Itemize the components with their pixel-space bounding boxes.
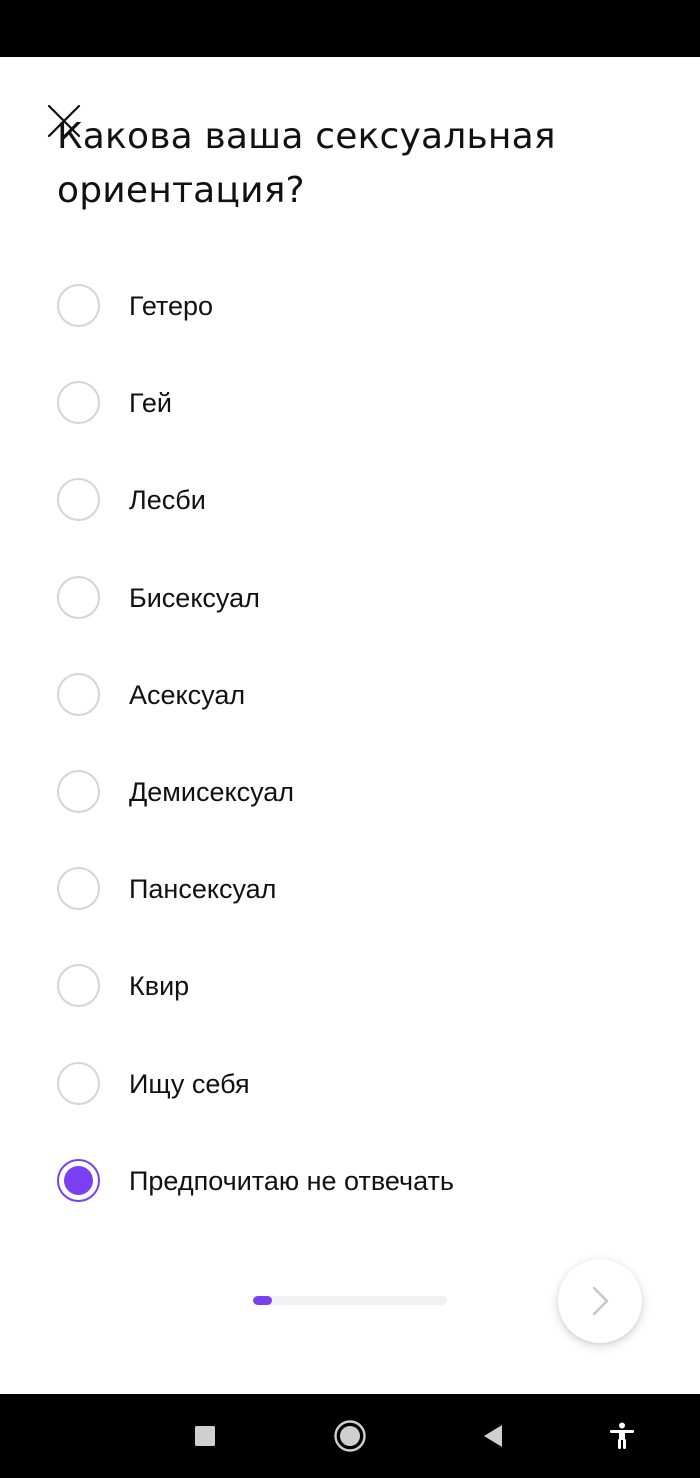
progress-fill <box>253 1296 273 1305</box>
next-button[interactable] <box>558 1259 642 1343</box>
orientation-options: Гетеро Гей Лесби Бисексуал Асексуал Демисексу… <box>0 258 700 1230</box>
radio-button[interactable] <box>57 1061 100 1105</box>
radio-dot <box>64 1165 93 1195</box>
radio-option[interactable]: Ищу себя <box>0 1036 700 1133</box>
status-bar <box>0 0 700 57</box>
radio-button-checked[interactable] <box>57 1158 100 1202</box>
radio-button[interactable] <box>57 575 100 619</box>
radio-option-label: Бисексуал <box>129 582 260 613</box>
progress-bar <box>253 1296 447 1305</box>
radio-option-label: Предпочитаю не отвечать <box>129 1165 454 1196</box>
radio-button[interactable] <box>57 478 100 522</box>
radio-button[interactable] <box>57 284 100 327</box>
radio-option[interactable]: Бисексуал <box>0 550 700 647</box>
radio-option[interactable]: Квир <box>0 938 700 1035</box>
radio-option-label: Пансексуал <box>129 874 277 905</box>
page-title: Какова ваша сексуальная ориентация? <box>57 116 556 211</box>
radio-button[interactable] <box>57 867 100 911</box>
radio-option[interactable]: Предпочитаю не отвечать <box>0 1133 700 1230</box>
back-button[interactable] <box>463 1394 523 1478</box>
radio-option-label: Гетеро <box>129 291 214 321</box>
radio-option-label: Демисексуал <box>129 776 295 807</box>
home-button[interactable] <box>320 1394 380 1478</box>
radio-option[interactable]: Лесби <box>0 452 700 549</box>
radio-option[interactable]: Пансексуал <box>0 841 700 938</box>
radio-button[interactable] <box>57 964 100 1008</box>
radio-option[interactable]: Демисексуал <box>0 744 700 841</box>
radio-option-label: Ищу себя <box>129 1068 250 1099</box>
accessibility-button[interactable] <box>592 1394 652 1478</box>
recents-button[interactable] <box>175 1394 235 1478</box>
circle-icon <box>334 1420 366 1452</box>
radio-button[interactable] <box>57 381 100 425</box>
radio-option[interactable]: Гетеро <box>0 258 700 355</box>
radio-option-label: Гей <box>129 388 172 419</box>
accessibility-icon <box>610 1422 634 1449</box>
radio-option-label: Квир <box>129 971 190 1002</box>
triangle-back-icon <box>484 1425 502 1447</box>
square-icon <box>195 1426 215 1446</box>
radio-button[interactable] <box>57 769 100 813</box>
radio-option-label: Лесби <box>129 485 206 516</box>
radio-option[interactable]: Гей <box>0 355 700 452</box>
radio-option-label: Асексуал <box>129 679 246 710</box>
system-navigation-bar <box>0 1394 700 1478</box>
chevron-right-icon <box>592 1286 609 1316</box>
radio-button[interactable] <box>57 672 100 716</box>
radio-option[interactable]: Асексуал <box>0 647 700 744</box>
